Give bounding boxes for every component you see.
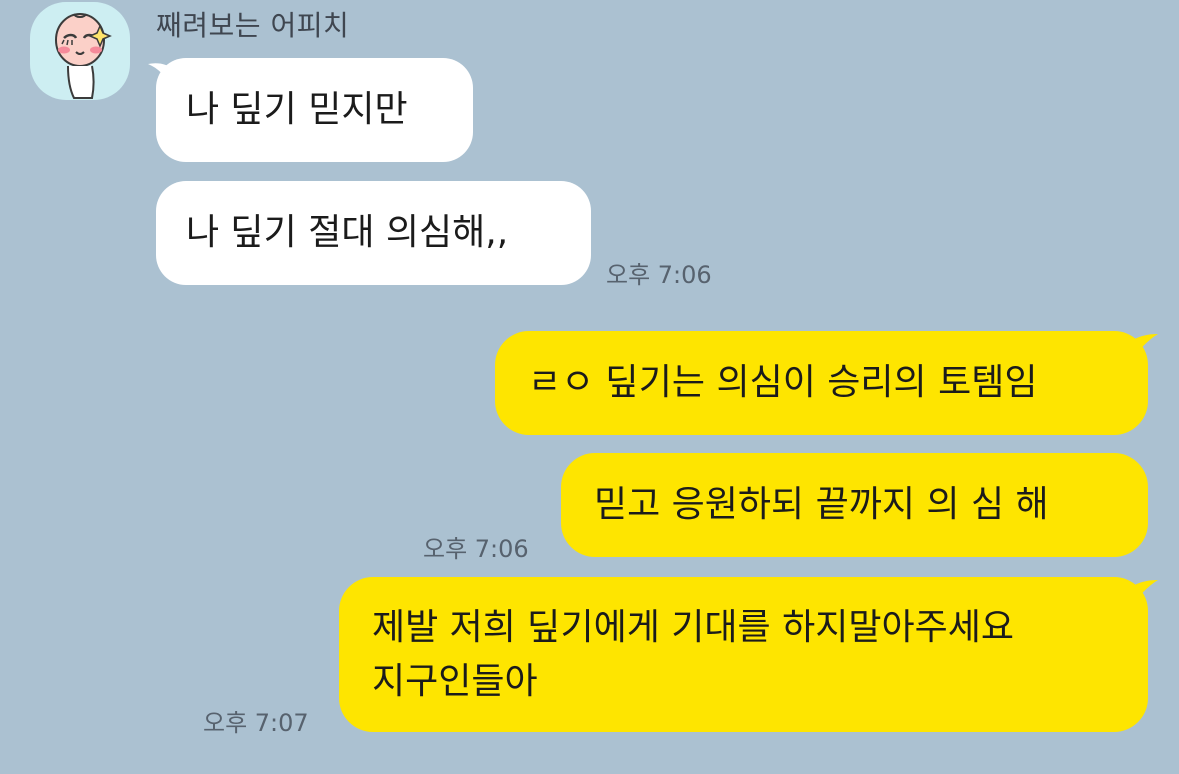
outgoing-message[interactable]: 제발 저희 딮기에게 기대를 하지말아주세요 지구인들아 [339,577,1148,732]
message-text: 나 딮기 믿지만 [186,89,408,130]
incoming-message[interactable]: 나 딮기 절대 의심해,, [156,181,591,285]
message-text: 믿고 응원하되 끝까지 의 심 해 [594,484,1049,525]
message-text-line: 지구인들아 [372,661,538,702]
sender-name: 째려보는 어피치 [156,9,350,42]
message-text-line: 제발 저희 딮기에게 기대를 하지말아주세요 [372,607,1014,648]
message-timestamp: 오후 7:07 [203,709,309,737]
incoming-message[interactable]: 나 딮기 믿지만 [156,58,473,162]
outgoing-message[interactable]: 믿고 응원하되 끝까지 의 심 해 [561,453,1148,557]
message-text: ㄹㅇ 딮기는 의심이 승리의 토템임 [528,362,1038,403]
message-text: 나 딮기 절대 의심해,, [186,212,509,253]
outgoing-message[interactable]: ㄹㅇ 딮기는 의심이 승리의 토템임 [495,331,1148,435]
sender-avatar[interactable] [30,2,130,100]
message-timestamp: 오후 7:06 [423,535,529,563]
apeach-profile-icon [54,12,112,99]
message-timestamp: 오후 7:06 [606,261,712,289]
